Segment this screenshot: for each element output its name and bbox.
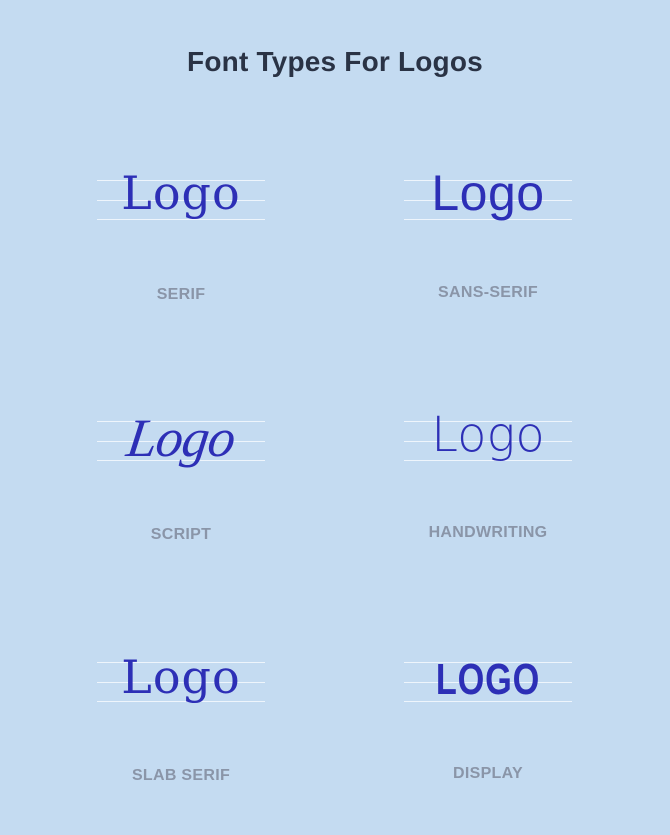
logo-sample-display: LOGO (435, 655, 541, 704)
logo-sample-sans-serif: Logo (431, 165, 545, 221)
font-type-label-slab-serif: SLAB SERIF (131, 767, 231, 784)
guide-lines: Logo (404, 168, 572, 220)
guide-lines: LOGO (404, 658, 572, 702)
font-sample-script: Logo SCRIPT (97, 408, 265, 543)
font-type-label-serif: SERIF (156, 286, 206, 303)
font-sample-display: LOGO DISPLAY (404, 658, 572, 782)
guide-lines: Logo (97, 654, 265, 702)
guide-lines: Logo (97, 170, 265, 220)
font-sample-slab-serif: Logo SLAB SERIF (97, 654, 265, 784)
guide-lines: Logo (97, 408, 265, 468)
page-title: Font Types For Logos (187, 46, 483, 77)
logo-sample-serif: Logo (121, 166, 241, 220)
font-type-label-script: SCRIPT (150, 526, 212, 543)
font-type-label-handwriting: HANDWRITING (428, 524, 548, 541)
font-sample-serif: Logo SERIF (97, 170, 265, 303)
font-sample-sans-serif: Logo SANS-SERIF (404, 168, 572, 301)
logo-sample-handwriting: Logo (431, 407, 545, 463)
logo-sample-script: Logo (123, 408, 239, 468)
font-type-label-display: DISPLAY (453, 765, 523, 782)
guide-lines: Logo (404, 411, 572, 461)
font-sample-handwriting: Logo HANDWRITING (404, 411, 572, 541)
font-type-label-sans-serif: SANS-SERIF (438, 284, 538, 301)
logo-sample-slab-serif: Logo (121, 650, 241, 704)
